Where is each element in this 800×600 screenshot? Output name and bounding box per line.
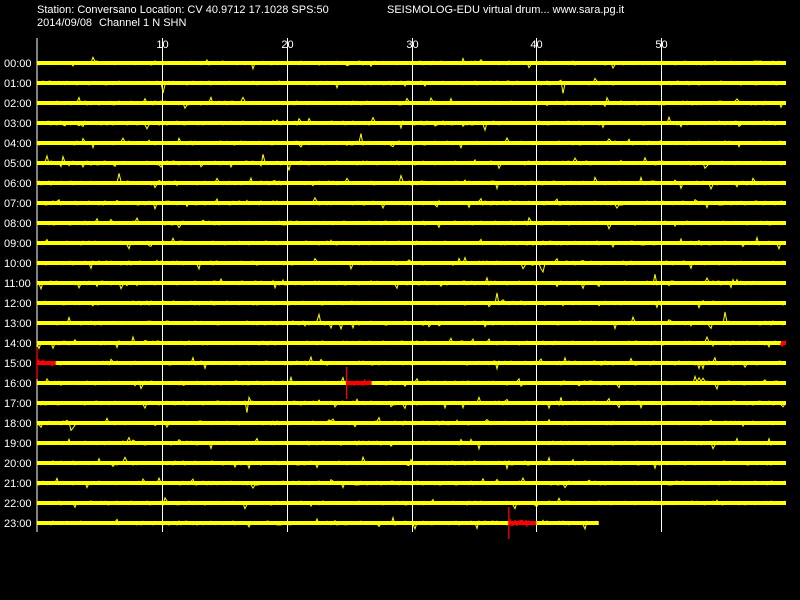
x-tick-labels: 10 20 30 40 50: [156, 39, 667, 51]
hour-label: 05:00: [4, 158, 32, 170]
x-tick-label: 10: [156, 39, 168, 51]
hour-label: 01:00: [4, 78, 32, 90]
hour-label: 04:00: [4, 138, 32, 150]
hour-label: 06:00: [4, 178, 32, 190]
hour-label: 21:00: [4, 478, 32, 490]
x-tick-label: 40: [530, 39, 542, 51]
hour-label: 16:00: [4, 378, 32, 390]
hour-label: 12:00: [4, 298, 32, 310]
hour-label: 00:00: [4, 58, 32, 70]
hour-label: 08:00: [4, 218, 32, 230]
hour-label: 15:00: [4, 358, 32, 370]
traces: [36, 56, 786, 531]
x-tick-label: 50: [655, 39, 667, 51]
hour-label: 09:00: [4, 238, 32, 250]
hour-label: 07:00: [4, 198, 32, 210]
hour-label: 18:00: [4, 418, 32, 430]
hour-label: 20:00: [4, 458, 32, 470]
seismogram-drum: 10 20 30 40 50 00:00 01:00 02:00 03:00 04:00 05:0…: [4, 38, 787, 539]
trace-line: [36, 133, 786, 150]
hour-label: 13:00: [4, 318, 32, 330]
hour-labels: 00:00 01:00 02:00 03:00 04:00 05:00 06:00 07:00…: [4, 58, 32, 530]
trace-line: [36, 311, 786, 331]
x-tick-label: 30: [406, 39, 418, 51]
trace-baseline: [37, 441, 786, 445]
hour-label: 10:00: [4, 258, 32, 270]
x-tick-label: 20: [281, 39, 293, 51]
hour-label: 22:00: [4, 498, 32, 510]
events: [36, 340, 787, 539]
hour-label: 19:00: [4, 438, 32, 450]
hour-label: 23:00: [4, 518, 32, 530]
hour-label: 02:00: [4, 98, 32, 110]
trace-line: [36, 292, 786, 310]
hour-label: 03:00: [4, 118, 32, 130]
hour-label: 11:00: [4, 278, 31, 290]
trace-line: [36, 77, 786, 94]
hour-label: 17:00: [4, 398, 32, 410]
hour-label: 14:00: [4, 338, 32, 350]
